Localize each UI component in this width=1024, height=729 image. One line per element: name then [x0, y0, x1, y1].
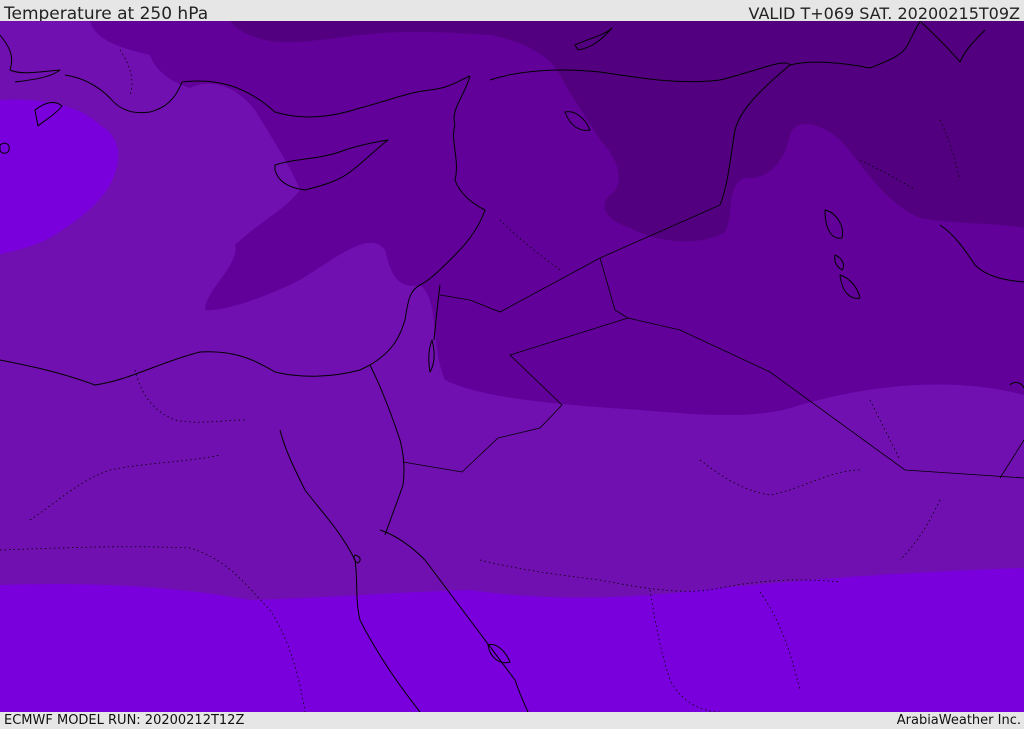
temperature-map[interactable]	[0, 21, 1024, 712]
title-bar: Temperature at 250 hPa VALID T+069 SAT. …	[0, 0, 1024, 24]
model-run-label: ECMWF MODEL RUN: 20200212T12Z	[4, 713, 245, 728]
credit-label: ArabiaWeather Inc.	[896, 713, 1021, 728]
footer-bar: ECMWF MODEL RUN: 20200212T12Z ArabiaWeat…	[0, 712, 1024, 729]
